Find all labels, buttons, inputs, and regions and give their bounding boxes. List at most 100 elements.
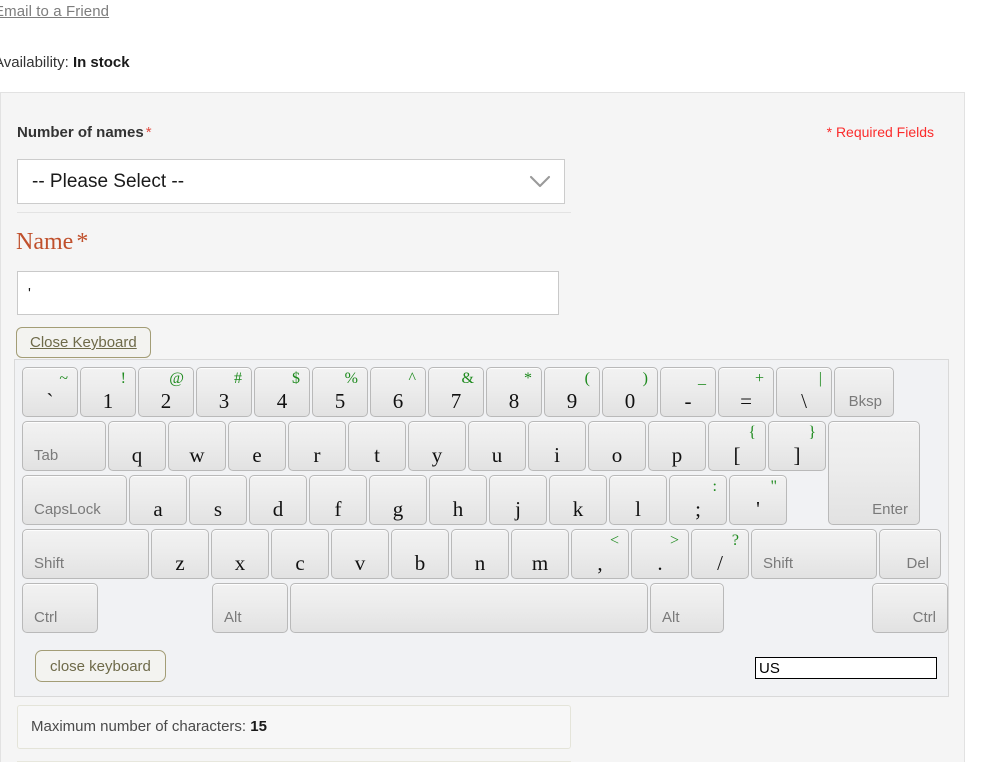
close-keyboard-button-top[interactable]: Close Keyboard (16, 327, 151, 358)
key-2[interactable]: @2 (138, 367, 194, 417)
key-k[interactable]: k (549, 475, 607, 525)
key-i[interactable]: i (528, 421, 586, 471)
key-shifted-label: % (344, 370, 358, 387)
key-label: ' (756, 497, 760, 521)
key-,[interactable]: <, (571, 529, 629, 579)
key-tab[interactable]: Tab (22, 421, 106, 471)
key-][interactable]: }] (768, 421, 826, 471)
key-o[interactable]: o (588, 421, 646, 471)
key-5[interactable]: % 5 (312, 367, 368, 417)
key-label: 3 (218, 389, 230, 413)
key-ctrl[interactable]: Ctrl (22, 583, 98, 633)
key-p[interactable]: p (648, 421, 706, 471)
key-label: Enter (872, 501, 908, 518)
key-shifted-label: _ (698, 370, 706, 387)
key-shift[interactable]: Shift (751, 529, 877, 579)
key-shifted-label: ~ (59, 370, 68, 387)
required-asterisk: * (145, 124, 152, 141)
key-ctrl[interactable]: Ctrl (872, 583, 948, 633)
key-;[interactable]: :; (669, 475, 727, 525)
key-shift[interactable]: Shift (22, 529, 149, 579)
key-6[interactable]: ^ 6 (370, 367, 426, 417)
max-characters-value: 15 (250, 718, 267, 735)
key-b[interactable]: b (391, 529, 449, 579)
key-s[interactable]: s (189, 475, 247, 525)
name-label-text: Name (16, 229, 74, 255)
key-label: Alt (662, 609, 680, 626)
key-m[interactable]: m (511, 529, 569, 579)
key-h[interactable]: h (429, 475, 487, 525)
key-a[interactable]: a (129, 475, 187, 525)
key-w[interactable]: w (168, 421, 226, 471)
key-label: 8 (508, 389, 520, 413)
product-options-panel: * Required Fields Number of names * -- Pl… (0, 92, 965, 762)
key-4[interactable]: $4 (254, 367, 310, 417)
key-j[interactable]: j (489, 475, 547, 525)
max-characters-text: Maximum number of characters: 15 (31, 718, 267, 735)
key-label: 5 (334, 389, 346, 413)
close-keyboard-button-bottom[interactable]: close keyboard (35, 650, 166, 682)
key-capslock[interactable]: CapsLock (22, 475, 127, 525)
key-space[interactable] (290, 583, 648, 633)
key-label: CapsLock (34, 501, 101, 518)
name-label: Name * (16, 229, 88, 256)
key-l[interactable]: l (609, 475, 667, 525)
key-label: 7 (450, 389, 462, 413)
key-enter[interactable]: Enter (828, 421, 920, 525)
key-f[interactable]: f (309, 475, 367, 525)
key-g[interactable]: g (369, 475, 427, 525)
key-label: Shift (34, 555, 65, 572)
key-u[interactable]: u (468, 421, 526, 471)
key--[interactable]: _ - (660, 367, 716, 417)
number-of-names-select[interactable]: -- Please Select -- (17, 159, 565, 204)
availability-label: Availability: (0, 54, 69, 71)
key-8[interactable]: * 8 (486, 367, 542, 417)
key-r[interactable]: r (288, 421, 346, 471)
key-shifted-label: ? (731, 532, 739, 549)
close-keyboard-label-bottom: close keyboard (50, 657, 151, 675)
key-t[interactable]: t (348, 421, 406, 471)
key-label: m (531, 551, 549, 575)
key-q[interactable]: q (108, 421, 166, 471)
name-input[interactable] (17, 271, 559, 315)
key-label: 2 (160, 389, 172, 413)
key-alt[interactable]: Alt (212, 583, 288, 633)
key-=[interactable]: + = (718, 367, 774, 417)
key-del[interactable]: Del (879, 529, 941, 579)
key-'[interactable]: " ' (729, 475, 787, 525)
key-y[interactable]: y (408, 421, 466, 471)
key-0[interactable]: ) 0 (602, 367, 658, 417)
key-c[interactable]: c (271, 529, 329, 579)
key-label: ` (46, 389, 54, 413)
key-label: y (431, 443, 443, 467)
key-label: Bksp (848, 393, 882, 410)
key-shifted-label: $ (292, 370, 300, 387)
key-label: g (392, 497, 404, 521)
keyboard-layout-selector[interactable]: US (755, 657, 937, 679)
key-/[interactable]: ? / (691, 529, 749, 579)
key-x[interactable]: x (211, 529, 269, 579)
select-selected-value: -- Please Select -- (32, 171, 185, 192)
key-\[interactable]: | \ (776, 367, 832, 417)
key-label: , (597, 551, 603, 575)
key-label: 9 (566, 389, 578, 413)
key-9[interactable]: (9 (544, 367, 600, 417)
key-1[interactable]: ! 1 (80, 367, 136, 417)
key-`[interactable]: ~ ` (22, 367, 78, 417)
key-d[interactable]: d (249, 475, 307, 525)
key-label: e (252, 443, 262, 467)
key-shifted-label: & (461, 370, 474, 387)
key-n[interactable]: n (451, 529, 509, 579)
key-v[interactable]: v (331, 529, 389, 579)
key-alt[interactable]: Alt (650, 583, 724, 633)
email-to-a-friend-link[interactable]: Email to a Friend (0, 3, 109, 20)
key-[[interactable]: {[ (708, 421, 766, 471)
key-.[interactable]: >. (631, 529, 689, 579)
key-3[interactable]: #3 (196, 367, 252, 417)
key-7[interactable]: & 7 (428, 367, 484, 417)
key-z[interactable]: z (151, 529, 209, 579)
key-bksp[interactable]: Bksp (834, 367, 894, 417)
key-e[interactable]: e (228, 421, 286, 471)
keyboard-layout-value: US (759, 660, 780, 677)
key-label: t (374, 443, 380, 467)
